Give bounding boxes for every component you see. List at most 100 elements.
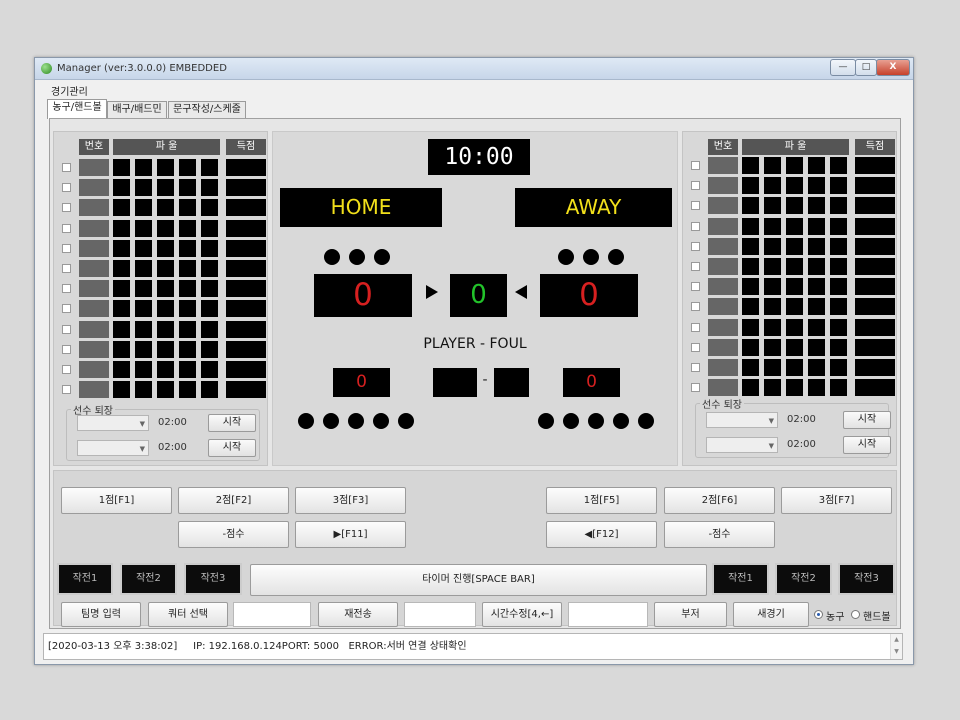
foul-cell[interactable] bbox=[179, 179, 196, 196]
away-timeout-3-button[interactable]: 작전3 bbox=[838, 563, 895, 595]
foul-cell[interactable] bbox=[201, 240, 218, 257]
time-edit-field[interactable] bbox=[568, 602, 648, 627]
foul-cell[interactable] bbox=[179, 300, 196, 317]
away-exit-start-button-2[interactable]: 시작 bbox=[843, 436, 891, 454]
foul-cell[interactable] bbox=[764, 278, 781, 295]
foul-cell[interactable] bbox=[742, 278, 759, 295]
player-number-cell[interactable] bbox=[708, 258, 738, 275]
foul-cell[interactable] bbox=[135, 159, 152, 176]
foul-cell[interactable] bbox=[179, 280, 196, 297]
time-edit-button[interactable]: 시간수정[4,←] bbox=[482, 602, 562, 627]
player-checkbox[interactable] bbox=[62, 304, 71, 313]
foul-cell[interactable] bbox=[179, 260, 196, 277]
player-points-cell[interactable] bbox=[855, 218, 895, 235]
foul-cell[interactable] bbox=[764, 339, 781, 356]
foul-cell[interactable] bbox=[742, 197, 759, 214]
home-timeout-2-button[interactable]: 작전2 bbox=[120, 563, 177, 595]
player-checkbox[interactable] bbox=[691, 181, 700, 190]
player-points-cell[interactable] bbox=[855, 177, 895, 194]
player-number-cell[interactable] bbox=[79, 159, 109, 176]
foul-cell[interactable] bbox=[808, 177, 825, 194]
player-points-cell[interactable] bbox=[226, 341, 266, 358]
minimize-button[interactable]: — bbox=[830, 59, 856, 76]
player-points-cell[interactable] bbox=[226, 321, 266, 338]
foul-cell[interactable] bbox=[786, 258, 803, 275]
home-possession-button[interactable]: ▶[F11] bbox=[295, 521, 406, 548]
foul-cell[interactable] bbox=[786, 238, 803, 255]
away-exit-player-select-2[interactable]: ▼ bbox=[706, 437, 778, 453]
player-number-cell[interactable] bbox=[708, 278, 738, 295]
foul-cell[interactable] bbox=[786, 278, 803, 295]
foul-cell[interactable] bbox=[808, 218, 825, 235]
foul-cell[interactable] bbox=[808, 339, 825, 356]
status-scrollbar[interactable]: ▲ ▼ bbox=[890, 634, 902, 659]
foul-cell[interactable] bbox=[179, 159, 196, 176]
player-checkbox[interactable] bbox=[691, 161, 700, 170]
foul-cell[interactable] bbox=[786, 319, 803, 336]
away-possession-button[interactable]: ◀[F12] bbox=[546, 521, 657, 548]
home-timeout-3-button[interactable]: 작전3 bbox=[184, 563, 242, 595]
quarter-select-button[interactable]: 쿼터 선택 bbox=[148, 602, 228, 627]
player-points-cell[interactable] bbox=[855, 197, 895, 214]
player-number-cell[interactable] bbox=[708, 339, 738, 356]
away-timeout-1-button[interactable]: 작전1 bbox=[712, 563, 769, 595]
basketball-radio[interactable] bbox=[814, 610, 823, 619]
resend-button[interactable]: 재전송 bbox=[318, 602, 398, 627]
foul-cell[interactable] bbox=[201, 179, 218, 196]
foul-cell[interactable] bbox=[742, 298, 759, 315]
player-number-cell[interactable] bbox=[708, 197, 738, 214]
foul-cell[interactable] bbox=[764, 238, 781, 255]
foul-cell[interactable] bbox=[179, 381, 196, 398]
foul-cell[interactable] bbox=[808, 379, 825, 396]
player-points-cell[interactable] bbox=[855, 157, 895, 174]
foul-cell[interactable] bbox=[808, 359, 825, 376]
player-checkbox[interactable] bbox=[62, 345, 71, 354]
player-checkbox[interactable] bbox=[62, 163, 71, 172]
player-points-cell[interactable] bbox=[855, 319, 895, 336]
foul-cell[interactable] bbox=[830, 197, 847, 214]
player-points-cell[interactable] bbox=[226, 199, 266, 216]
player-checkbox[interactable] bbox=[691, 201, 700, 210]
player-checkbox[interactable] bbox=[691, 282, 700, 291]
home-exit-start-button-1[interactable]: 시작 bbox=[208, 414, 256, 432]
foul-cell[interactable] bbox=[113, 321, 130, 338]
foul-cell[interactable] bbox=[808, 298, 825, 315]
player-number-cell[interactable] bbox=[79, 381, 109, 398]
foul-cell[interactable] bbox=[157, 361, 174, 378]
foul-cell[interactable] bbox=[764, 218, 781, 235]
new-game-button[interactable]: 새경기 bbox=[733, 602, 809, 627]
foul-cell[interactable] bbox=[786, 339, 803, 356]
player-number-cell[interactable] bbox=[708, 319, 738, 336]
player-checkbox[interactable] bbox=[691, 262, 700, 271]
foul-cell[interactable] bbox=[157, 381, 174, 398]
foul-cell[interactable] bbox=[157, 321, 174, 338]
close-button[interactable]: X bbox=[876, 59, 910, 76]
foul-cell[interactable] bbox=[157, 199, 174, 216]
foul-cell[interactable] bbox=[808, 238, 825, 255]
foul-cell[interactable] bbox=[808, 197, 825, 214]
player-checkbox[interactable] bbox=[691, 363, 700, 372]
player-points-cell[interactable] bbox=[226, 240, 266, 257]
player-points-cell[interactable] bbox=[855, 339, 895, 356]
foul-cell[interactable] bbox=[808, 157, 825, 174]
player-checkbox[interactable] bbox=[691, 343, 700, 352]
tab-basketball-handball[interactable]: 농구/핸드볼 bbox=[47, 99, 107, 119]
foul-cell[interactable] bbox=[830, 339, 847, 356]
foul-cell[interactable] bbox=[830, 278, 847, 295]
player-checkbox[interactable] bbox=[691, 302, 700, 311]
tab-volleyball-badminton[interactable]: 배구/배드민 bbox=[107, 101, 167, 118]
away-timeout-2-button[interactable]: 작전2 bbox=[775, 563, 832, 595]
tab-text-schedule[interactable]: 문구작성/스케줄 bbox=[168, 101, 246, 118]
foul-cell[interactable] bbox=[742, 319, 759, 336]
player-checkbox[interactable] bbox=[691, 323, 700, 332]
away-2pt-button[interactable]: 2점[F6] bbox=[664, 487, 775, 514]
player-points-cell[interactable] bbox=[226, 361, 266, 378]
player-checkbox[interactable] bbox=[691, 242, 700, 251]
foul-cell[interactable] bbox=[201, 300, 218, 317]
foul-cell[interactable] bbox=[157, 300, 174, 317]
foul-cell[interactable] bbox=[113, 179, 130, 196]
foul-cell[interactable] bbox=[830, 379, 847, 396]
away-minus-score-button[interactable]: -점수 bbox=[664, 521, 775, 548]
foul-cell[interactable] bbox=[201, 220, 218, 237]
foul-cell[interactable] bbox=[201, 159, 218, 176]
